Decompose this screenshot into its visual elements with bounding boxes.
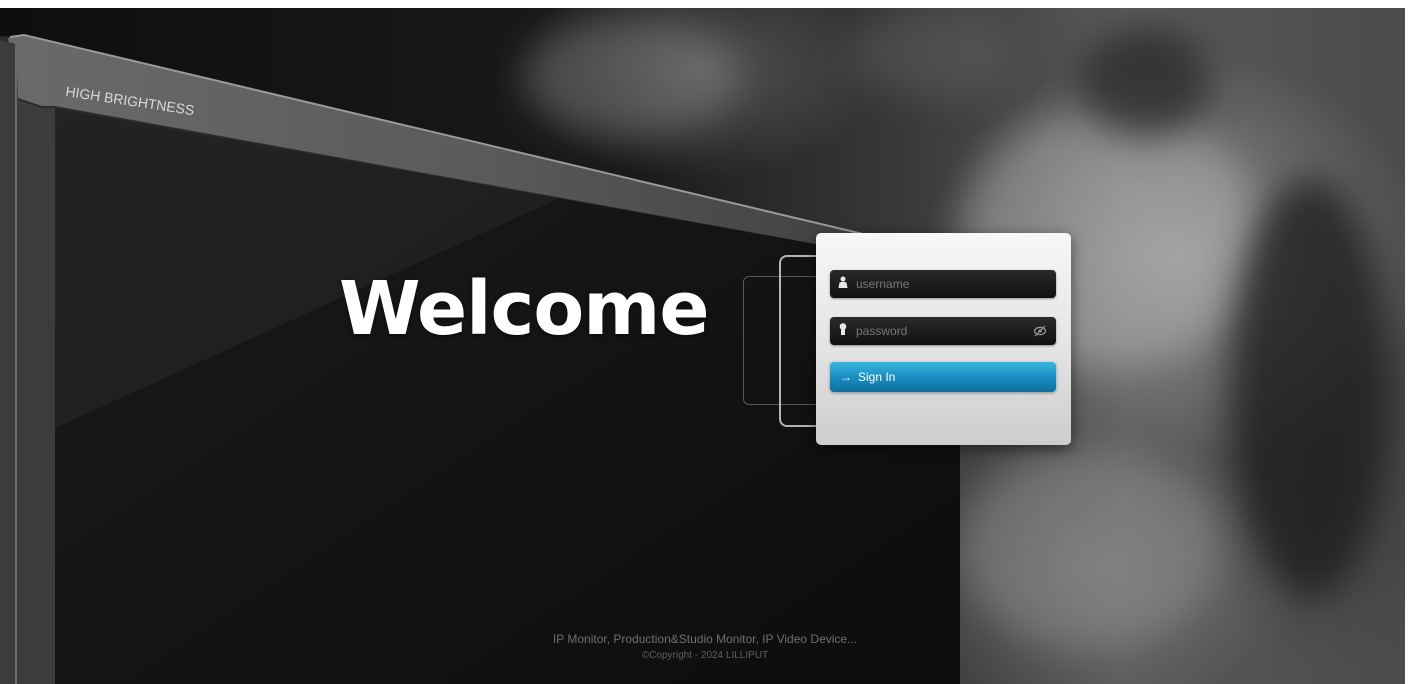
username-field[interactable]	[830, 270, 1056, 298]
eye-slash-icon[interactable]	[1033, 324, 1047, 342]
login-background: HIGH BRIGHTNESS Welcome username → Sign …	[0, 8, 1405, 684]
footer-copyright: ©Copyright - 2024 LILLIPUT	[641, 650, 769, 661]
password-input[interactable]	[854, 323, 1028, 339]
footer-tagline: IP Monitor, Production&Studio Monitor, I…	[552, 632, 858, 646]
welcome-title: Welcome	[339, 266, 710, 352]
background-blur-shape	[1080, 28, 1210, 138]
username-input[interactable]	[854, 276, 1028, 292]
arrow-right-icon: →	[840, 370, 852, 384]
user-icon	[838, 275, 848, 293]
keyhole-icon	[838, 322, 848, 340]
sign-in-label: Sign In	[858, 370, 896, 384]
password-field[interactable]	[830, 317, 1056, 345]
login-panel: → Sign In	[816, 233, 1071, 445]
background-blur-shape	[1230, 178, 1390, 598]
sign-in-button[interactable]: → Sign In	[830, 362, 1056, 392]
